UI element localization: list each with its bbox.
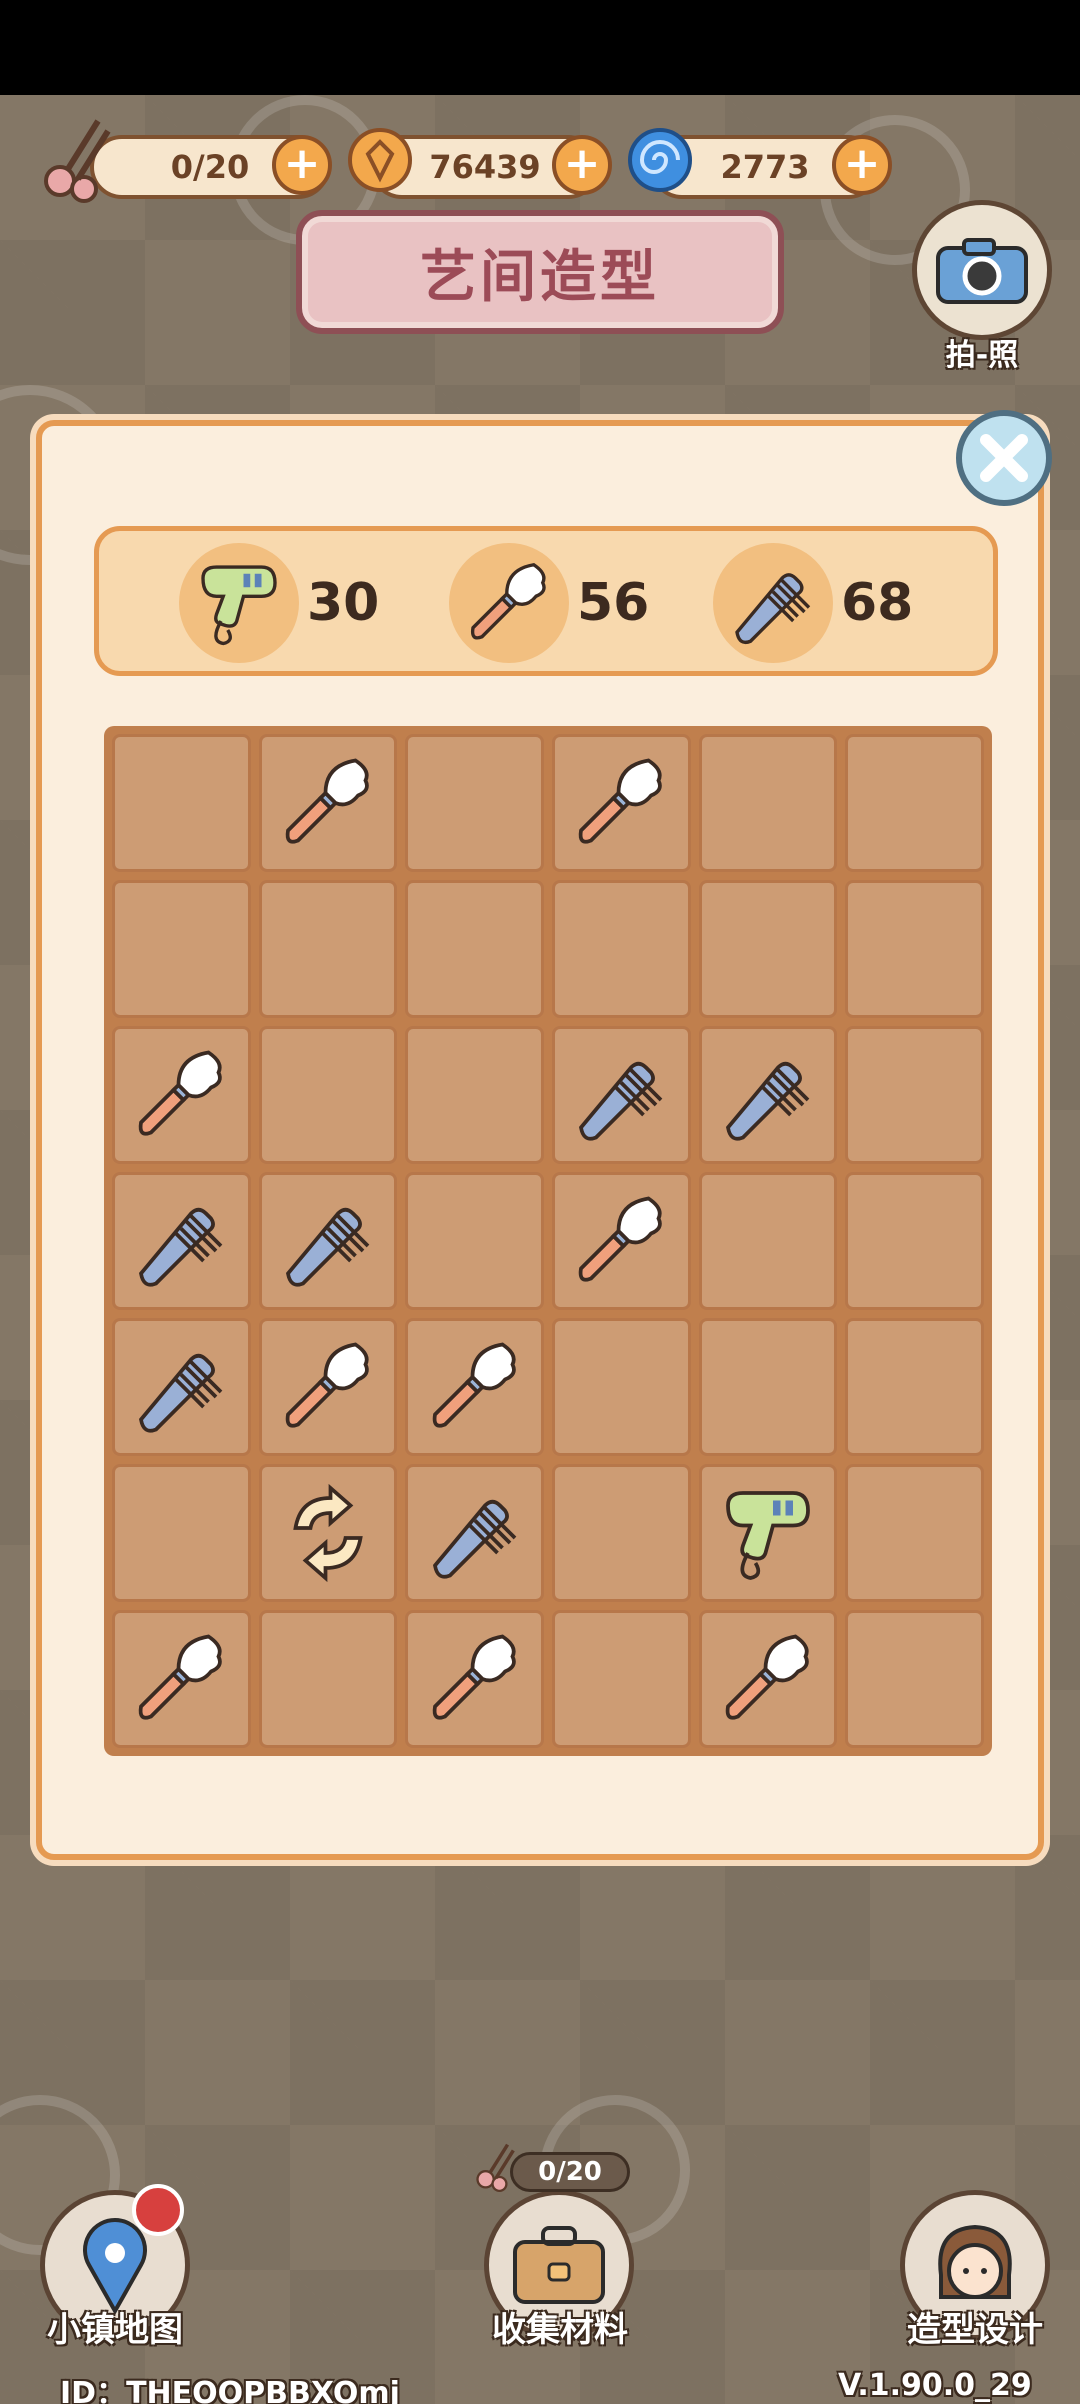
hair-dryer-icon[interactable] [718, 1483, 818, 1583]
grid-cell[interactable] [845, 734, 984, 872]
makeup-brush-count: 56 [577, 573, 650, 633]
grid-cell[interactable] [112, 1318, 251, 1456]
grid-cell[interactable] [258, 734, 398, 872]
notification-badge [132, 2184, 184, 2236]
grid-cell[interactable] [258, 1172, 398, 1310]
grid-cell[interactable] [112, 1464, 251, 1602]
grid-cell[interactable] [552, 1464, 691, 1602]
grid-cell[interactable] [698, 1026, 838, 1164]
grid-cell[interactable] [405, 1172, 544, 1310]
grid-cell[interactable] [258, 1318, 398, 1456]
tool-counter-bar: 30 56 68 [94, 526, 998, 676]
hair-dryer-count: 30 [307, 573, 380, 633]
grid-cell[interactable] [552, 734, 691, 872]
camera-label: 拍-照 [945, 338, 1019, 373]
coin-icon [340, 120, 420, 200]
add-gems-button[interactable]: + [832, 135, 892, 195]
grid-cell[interactable] [112, 1026, 251, 1164]
grid-cell[interactable] [405, 1318, 544, 1456]
comb-icon[interactable] [425, 1483, 525, 1583]
grid-cell[interactable] [112, 880, 251, 1018]
comb-icon[interactable] [131, 1191, 231, 1291]
makeup-brush-counter: 56 [449, 541, 649, 665]
merge-grid [104, 726, 992, 1756]
grid-cell[interactable] [258, 1026, 398, 1164]
grid-cell[interactable] [552, 1172, 691, 1310]
grid-cell[interactable] [698, 1318, 838, 1456]
grid-cell[interactable] [845, 1318, 984, 1456]
grid-cell[interactable] [552, 880, 691, 1018]
energy-value: 0/20 [170, 148, 250, 186]
grid-cell[interactable] [698, 1464, 838, 1602]
grid-cell[interactable] [698, 734, 838, 872]
makeup-brush-icon[interactable] [278, 1337, 378, 1437]
page-title: 艺间造型 [296, 210, 784, 334]
makeup-brush-icon [449, 543, 569, 663]
coin-value: 76439 [429, 148, 541, 186]
comb-count: 68 [841, 573, 914, 633]
grid-cell[interactable] [112, 1610, 251, 1748]
makeup-brush-icon[interactable] [131, 1629, 231, 1729]
comb-icon[interactable] [131, 1337, 231, 1437]
grid-cell[interactable] [698, 1172, 838, 1310]
toolbox-icon [513, 2226, 605, 2304]
town-map-label: 小镇地图 [47, 2310, 183, 2350]
grid-cell[interactable] [405, 1026, 544, 1164]
hair-dryer-icon [179, 543, 299, 663]
refresh-icon[interactable] [278, 1483, 378, 1583]
comb-icon[interactable] [571, 1045, 671, 1145]
grid-cell[interactable] [552, 1318, 691, 1456]
grid-cell[interactable] [845, 1610, 984, 1748]
grid-cell[interactable] [112, 1172, 251, 1310]
collect-counter: 0/20 [510, 2152, 630, 2192]
grid-cell[interactable] [258, 1610, 398, 1748]
scissors-icon [30, 110, 126, 206]
makeup-brush-icon[interactable] [571, 1191, 671, 1291]
version-label: V.1.90.0_29 [838, 2368, 1032, 2403]
comb-icon[interactable] [718, 1045, 818, 1145]
comb-counter: 68 [713, 541, 913, 665]
grid-cell[interactable] [112, 734, 251, 872]
player-id: ID：THEOOPBBXOmj [60, 2376, 400, 2404]
collect-materials-label: 收集材料 [492, 2310, 628, 2350]
grid-cell[interactable] [405, 880, 544, 1018]
add-energy-button[interactable]: + [272, 135, 332, 195]
swirl-gem-icon [620, 120, 700, 200]
add-coins-button[interactable]: + [552, 135, 612, 195]
grid-cell[interactable] [845, 1464, 984, 1602]
grid-cell[interactable] [845, 1026, 984, 1164]
grid-cell[interactable] [552, 1026, 691, 1164]
style-design-label: 造型设计 [907, 2310, 1043, 2350]
grid-cell[interactable] [698, 880, 838, 1018]
grid-cell[interactable] [405, 1464, 544, 1602]
grid-cell[interactable] [552, 1610, 691, 1748]
merge-board-panel: 30 56 68 [36, 420, 1044, 1860]
makeup-brush-icon[interactable] [718, 1629, 818, 1729]
grid-cell[interactable] [845, 1172, 984, 1310]
comb-icon [713, 543, 833, 663]
makeup-brush-icon[interactable] [278, 753, 378, 853]
comb-icon[interactable] [278, 1191, 378, 1291]
gem-value: 2773 [720, 148, 810, 186]
makeup-brush-icon[interactable] [425, 1337, 525, 1437]
grid-cell[interactable] [405, 1610, 544, 1748]
camera-icon [936, 238, 1028, 304]
hair-dryer-counter: 30 [179, 541, 379, 665]
grid-cell[interactable] [405, 734, 544, 872]
grid-cell[interactable] [258, 880, 398, 1018]
makeup-brush-icon[interactable] [131, 1045, 231, 1145]
close-button[interactable] [956, 410, 1052, 506]
grid-cell[interactable] [698, 1610, 838, 1748]
camera-button[interactable] [912, 200, 1052, 340]
makeup-brush-icon[interactable] [571, 753, 671, 853]
grid-cell[interactable] [845, 880, 984, 1018]
grid-cell[interactable] [258, 1464, 398, 1602]
close-icon [980, 434, 1028, 482]
makeup-brush-icon[interactable] [425, 1629, 525, 1729]
avatar-icon [938, 2224, 1012, 2299]
